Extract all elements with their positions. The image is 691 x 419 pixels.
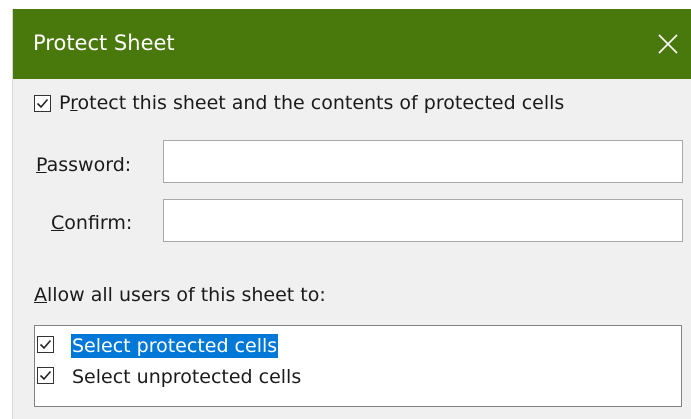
confirm-password-field[interactable]: [163, 199, 683, 242]
select-unprotected-cells-label: Select unprotected cells: [72, 366, 302, 388]
checkmark-icon: [39, 339, 52, 350]
password-label: Password:: [36, 154, 132, 176]
select-protected-cells-label: Select protected cells: [71, 334, 279, 358]
close-icon: [658, 34, 678, 54]
allow-users-label: Allow all users of this sheet to:: [34, 284, 326, 306]
confirm-label: Confirm:: [51, 212, 133, 234]
select-protected-cells-checkbox[interactable]: [37, 336, 54, 353]
page: Protect Sheet Protect this sheet and the…: [0, 0, 691, 419]
title-bar: Protect Sheet: [13, 9, 691, 79]
select-unprotected-cells-checkbox[interactable]: [37, 367, 54, 384]
password-field[interactable]: [163, 140, 683, 183]
protect-sheet-dialog: Protect Sheet Protect this sheet and the…: [12, 9, 691, 419]
protect-sheet-checkbox[interactable]: [34, 95, 51, 112]
permissions-list[interactable]: Select protected cells Select unprotecte…: [34, 325, 682, 407]
protect-sheet-label[interactable]: Protect this sheet and the contents of p…: [59, 91, 564, 115]
checkmark-icon: [39, 370, 52, 381]
close-button[interactable]: [646, 9, 691, 79]
checkmark-icon: [36, 98, 49, 109]
dialog-title: Protect Sheet: [33, 31, 175, 55]
